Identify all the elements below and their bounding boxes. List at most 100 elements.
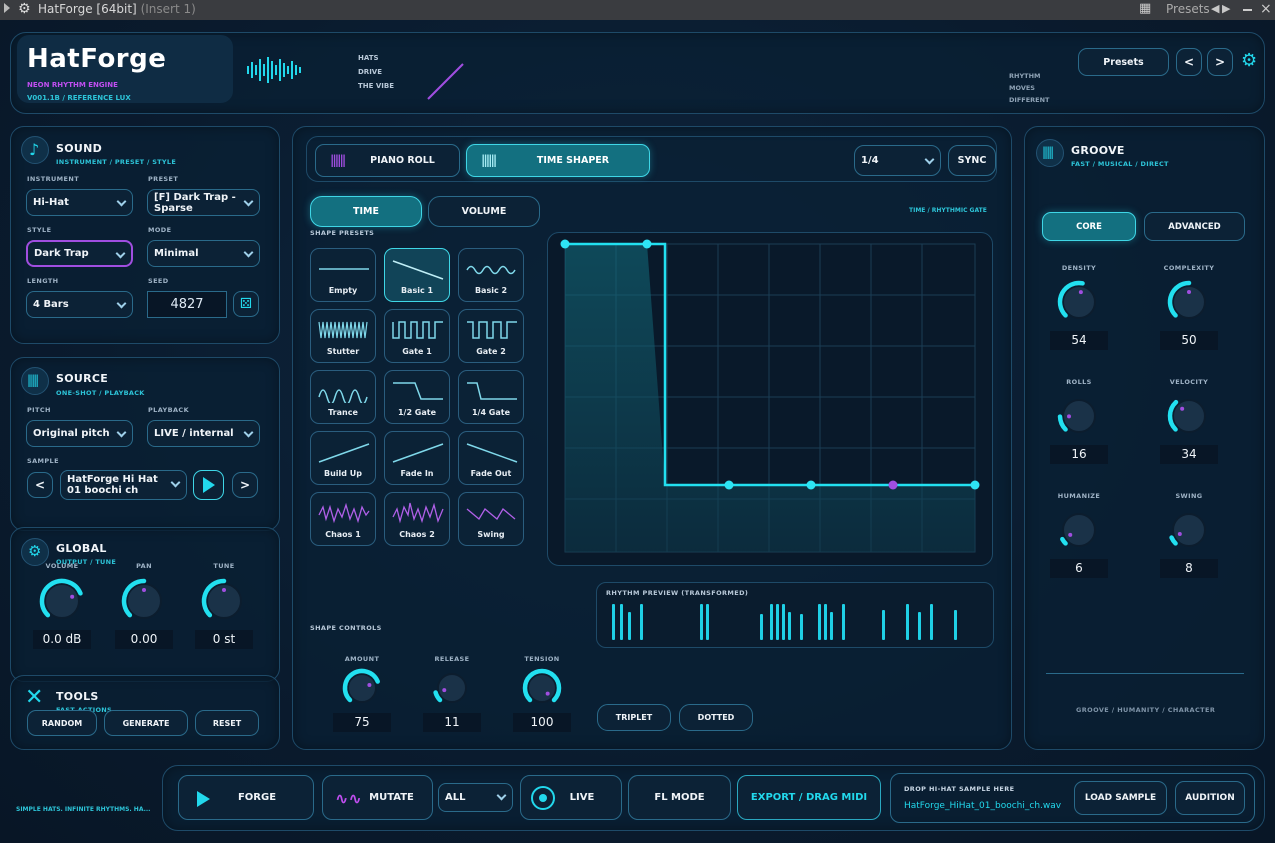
rhythm-hit — [700, 604, 703, 640]
shape-graph[interactable] — [547, 232, 993, 566]
browser-icon[interactable]: ▦ — [1139, 1, 1151, 16]
shape-node[interactable] — [724, 480, 734, 490]
groove-knob-density-label: DENSITY — [1061, 264, 1097, 272]
shape-icon — [466, 443, 518, 463]
shape-preset-gate-1[interactable]: Gate 1 — [384, 309, 450, 363]
shape-preset-build-up[interactable]: Build Up — [310, 431, 376, 485]
shape-node[interactable] — [642, 239, 652, 249]
groove-knob-complexity-pointer — [1187, 290, 1191, 294]
shape-preset-gate-2[interactable]: Gate 2 — [458, 309, 524, 363]
groove-knob-swing-dial[interactable] — [1164, 505, 1214, 555]
minimize-icon[interactable] — [1243, 9, 1252, 11]
shape-preset-chaos-2[interactable]: Chaos 2 — [384, 492, 450, 546]
shape-node[interactable] — [970, 480, 980, 490]
division-select[interactable]: 1/4 — [854, 145, 941, 176]
triplet-button[interactable]: TRIPLET — [597, 704, 671, 731]
groove-knob-velocity-dial[interactable] — [1164, 391, 1214, 441]
mode-tab-time[interactable]: TIME — [310, 196, 422, 227]
live-button[interactable]: LIVE — [520, 775, 622, 820]
tab-time-shaper[interactable]: |||||| TIME SHAPER — [466, 144, 650, 177]
shape-preset-1-4-gate[interactable]: 1/4 Gate — [458, 370, 524, 424]
presets-menu[interactable]: Presets — [1166, 2, 1210, 16]
groove-knob-humanize-dial[interactable] — [1054, 505, 1104, 555]
settings-gear-icon[interactable]: ⚙ — [1241, 50, 1257, 71]
shape-preset-fade-out[interactable]: Fade Out — [458, 431, 524, 485]
mutate-button[interactable]: ∿∿ MUTATE — [322, 775, 433, 820]
shape-knob-amount-dial[interactable] — [339, 665, 385, 711]
global-knob-volume-dial[interactable] — [36, 575, 88, 627]
audition-button[interactable]: AUDITION — [1175, 781, 1245, 815]
window-app-name: HatForge [64bit] — [38, 2, 137, 16]
next-preset-icon[interactable]: ▶ — [1222, 2, 1230, 15]
shape-preset-fade-in[interactable]: Fade In — [384, 431, 450, 485]
close-icon[interactable]: × — [1260, 1, 1272, 17]
shape-node-selected[interactable] — [888, 480, 898, 490]
rhythm-hit — [770, 604, 773, 640]
shape-preset-empty[interactable]: Empty — [310, 248, 376, 302]
global-knob-pan-dial[interactable] — [118, 575, 170, 627]
shape-preset-1-2-gate[interactable]: 1/2 Gate — [384, 370, 450, 424]
random-button[interactable]: RANDOM — [27, 710, 97, 736]
rhythm-hit — [800, 614, 803, 640]
presets-button[interactable]: Presets — [1078, 48, 1169, 76]
shape-node[interactable] — [560, 239, 570, 249]
export-midi-button[interactable]: EXPORT / DRAG MIDI — [737, 775, 881, 820]
shape-icon — [466, 265, 516, 275]
menu-arrow-icon[interactable] — [4, 3, 10, 13]
sync-button[interactable]: SYNC — [948, 145, 996, 176]
dotted-button[interactable]: DOTTED — [679, 704, 753, 731]
style-select[interactable]: Dark Trap — [26, 240, 133, 267]
instrument-select[interactable]: Hi-Hat — [26, 189, 133, 216]
sample-next-button[interactable]: > — [232, 472, 258, 498]
mode-tab-volume[interactable]: VOLUME — [428, 196, 540, 227]
generate-button[interactable]: GENERATE — [104, 710, 188, 736]
dice-button[interactable]: ⚄ — [233, 291, 259, 317]
tab-piano-roll[interactable]: |||||| PIANO ROLL — [315, 144, 460, 177]
rhythm-hit — [612, 604, 615, 640]
shape-controls-label: SHAPE CONTROLS — [310, 624, 382, 632]
shape-preset-trance[interactable]: Trance — [310, 370, 376, 424]
waveform-icon: ||||| — [1036, 139, 1064, 167]
shape-icon — [392, 502, 444, 524]
global-knob-tune-pointer — [222, 588, 226, 592]
sample-select[interactable]: HatForge Hi Hat 01 boochi ch — [60, 470, 187, 500]
playback-select[interactable]: LIVE / internal — [147, 420, 260, 447]
sample-prev-button[interactable]: < — [27, 472, 53, 498]
length-select[interactable]: 4 Bars — [26, 291, 133, 318]
rhythm-hit — [706, 604, 709, 640]
shape-preset-basic-2[interactable]: Basic 2 — [458, 248, 524, 302]
shape-node[interactable] — [806, 480, 816, 490]
shape-knob-tension-dial[interactable] — [519, 665, 565, 711]
global-knob-tune-dial[interactable] — [198, 575, 250, 627]
shape-icon — [392, 321, 443, 339]
gear-icon[interactable]: ⚙ — [18, 1, 31, 17]
mode-select[interactable]: Minimal — [147, 240, 260, 267]
shape-preset-label: Basic 1 — [400, 286, 434, 295]
forge-button[interactable]: FORGE — [178, 775, 314, 820]
shape-preset-label: Chaos 1 — [325, 530, 361, 539]
fl-mode-button[interactable]: FL MODE — [628, 775, 731, 820]
reset-button[interactable]: RESET — [195, 710, 259, 736]
groove-knob-density-dial[interactable] — [1054, 277, 1104, 327]
groove-tab-advanced[interactable]: ADVANCED — [1144, 212, 1245, 241]
tab-piano-roll-label: PIANO ROLL — [370, 155, 435, 166]
shape-preset-swing[interactable]: Swing — [458, 492, 524, 546]
preset-select[interactable]: [F] Dark Trap - Sparse — [147, 189, 260, 216]
shape-knob-release-dial[interactable] — [429, 665, 475, 711]
preset-next-button[interactable]: > — [1207, 48, 1233, 76]
seed-input[interactable]: 4827 — [147, 291, 227, 318]
groove-tab-core[interactable]: CORE — [1042, 212, 1136, 241]
prev-preset-icon[interactable]: ◀ — [1211, 2, 1219, 15]
shape-preset-chaos-1[interactable]: Chaos 1 — [310, 492, 376, 546]
groove-knob-rolls-dial[interactable] — [1054, 391, 1104, 441]
shape-preset-stutter[interactable]: Stutter — [310, 309, 376, 363]
mutate-scope-select[interactable]: ALL — [438, 783, 513, 812]
tab-time-shaper-label: TIME SHAPER — [536, 155, 610, 166]
chevron-down-icon — [116, 298, 127, 309]
load-sample-button[interactable]: LOAD SAMPLE — [1074, 781, 1167, 815]
preset-prev-button[interactable]: < — [1176, 48, 1202, 76]
pitch-select[interactable]: Original pitch — [26, 420, 133, 447]
sample-play-button[interactable] — [193, 470, 224, 500]
shape-preset-basic-1[interactable]: Basic 1 — [384, 248, 450, 302]
groove-knob-complexity-dial[interactable] — [1164, 277, 1214, 327]
